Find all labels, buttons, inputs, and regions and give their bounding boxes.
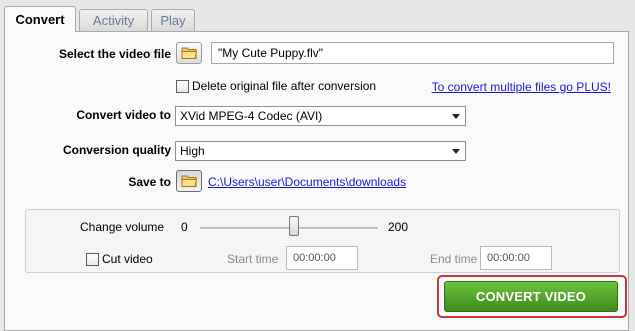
chevron-down-icon (452, 114, 460, 119)
end-time-input[interactable]: 00:00:00 (480, 246, 552, 270)
tab-play[interactable]: Play (151, 9, 195, 31)
video-file-input[interactable] (211, 42, 614, 64)
convert-panel: Select the video file Delete original fi… (4, 31, 629, 331)
volume-slider-thumb[interactable] (289, 216, 299, 236)
delete-original-checkbox[interactable] (176, 80, 189, 93)
folder-icon (181, 47, 198, 59)
video-file-label: Select the video file (58, 47, 171, 61)
tab-convert[interactable]: Convert (4, 6, 76, 32)
end-time-label: End time (430, 252, 478, 266)
folder-icon (181, 175, 198, 187)
delete-original-label: Delete original file after conversion (192, 79, 377, 93)
plus-upgrade-link[interactable]: To convert multiple files go PLUS! (432, 80, 611, 94)
start-time-input[interactable]: 00:00:00 (286, 246, 358, 270)
volume-label: Change volume (80, 220, 165, 234)
convert-to-label: Convert video to (76, 108, 171, 122)
quality-select[interactable]: High (175, 141, 466, 161)
start-time-label: Start time (227, 252, 279, 266)
options-panel: Change volume 0 200 Cut video Start time… (25, 209, 620, 273)
quality-label: Conversion quality (62, 143, 171, 157)
convert-video-button[interactable]: CONVERT VIDEO (444, 281, 618, 312)
format-select-value: XVid MPEG-4 Codec (AVI) (180, 109, 323, 123)
cut-video-checkbox[interactable] (86, 253, 99, 266)
format-select[interactable]: XVid MPEG-4 Codec (AVI) (175, 106, 466, 126)
volume-min: 0 (181, 220, 188, 234)
convert-button-highlight: CONVERT VIDEO (437, 275, 627, 318)
select-file-button[interactable] (176, 42, 202, 64)
quality-select-value: High (180, 144, 205, 158)
chevron-down-icon (452, 149, 460, 154)
cut-video-label: Cut video (102, 252, 153, 266)
volume-max: 200 (388, 220, 409, 234)
save-to-label: Save to (128, 175, 171, 189)
save-to-button[interactable] (176, 170, 202, 192)
save-path-link[interactable]: C:\Users\user\Documents\downloads (208, 175, 406, 189)
tab-activity[interactable]: Activity (79, 9, 148, 31)
